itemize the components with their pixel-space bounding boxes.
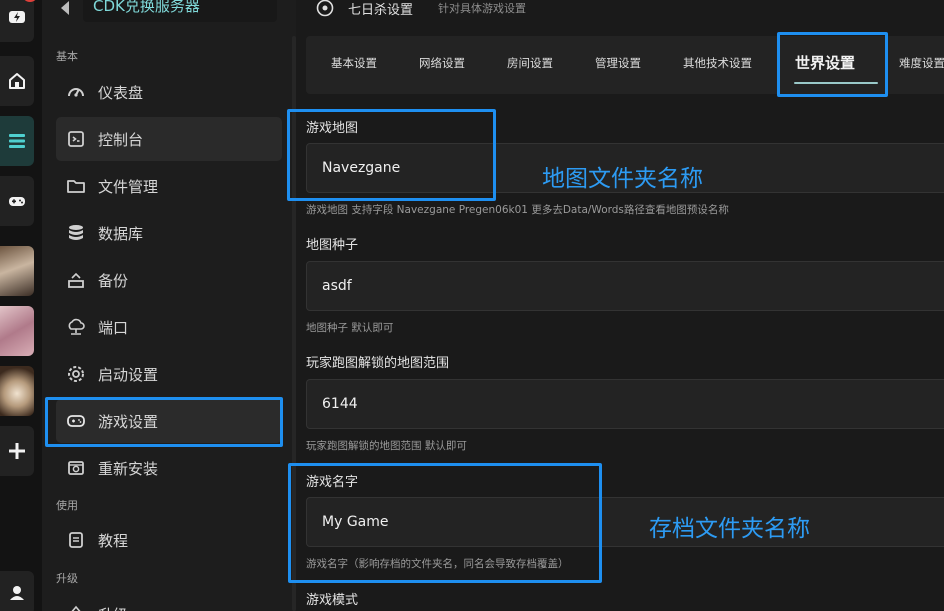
active-tab-indicator: [794, 82, 878, 84]
range-input[interactable]: [322, 380, 922, 428]
field-label-map: 游戏地图: [306, 121, 359, 136]
sidebar-item-label: 数据库: [98, 224, 144, 243]
sidebar-item-label: 控制台: [98, 130, 144, 149]
app-rail: !: [0, 0, 42, 611]
backup-icon: [66, 270, 86, 290]
lightning-icon: [9, 11, 25, 23]
field-label-seed: 地图种子: [306, 238, 359, 253]
field-hint-map: 游戏地图 支持字段 Navezgane Pregen06k01 更多去Data/…: [306, 204, 729, 216]
field-hint-range: 玩家跑图解锁的地图范围 默认即可: [306, 440, 467, 452]
sidebar-item-startup[interactable]: 启动设置: [56, 352, 282, 396]
group-label-use: 使用: [56, 499, 78, 512]
group-label-basic: 基本: [56, 50, 78, 63]
sidebar-item-label: 游戏设置: [98, 412, 159, 431]
notification-badge: !: [22, 0, 38, 2]
sidebar-item-dashboard[interactable]: 仪表盘: [56, 70, 282, 114]
page-title: 七日杀设置: [348, 3, 414, 18]
settings-tabs: 基本设置 网络设置 房间设置 管理设置 其他技术设置 世界设置 难度设置: [306, 36, 944, 94]
avatar-2[interactable]: [0, 306, 34, 356]
network-icon: [66, 317, 86, 337]
group-label-upgrade: 升级: [56, 572, 78, 585]
gear-icon: [66, 364, 86, 384]
sidebar-item-label: 仪表盘: [98, 83, 144, 102]
field-hint-seed: 地图种子 默认即可: [306, 322, 394, 334]
terminal-icon: [66, 129, 86, 149]
game-name-input[interactable]: [322, 498, 922, 546]
sidebar-item-console[interactable]: 控制台: [56, 117, 282, 161]
sidebar-item-label: 重新安装: [98, 459, 159, 478]
seed-input-box: [306, 261, 944, 311]
sidebar-item-label: 备份: [98, 271, 129, 290]
sidebar-item-files[interactable]: 文件管理: [56, 164, 282, 208]
sidebar-item-database[interactable]: 数据库: [56, 211, 282, 255]
avatar-1[interactable]: [0, 246, 34, 296]
server-icon: [9, 134, 25, 148]
rail-lightning-button[interactable]: !: [0, 0, 38, 42]
seed-input[interactable]: [322, 262, 922, 310]
range-input-box: [306, 379, 944, 429]
sidebar-item-label: 升级: [98, 604, 128, 611]
gamepad-icon: [66, 411, 86, 431]
tab-network[interactable]: 网络设置: [419, 55, 465, 71]
avatar-3[interactable]: [0, 366, 34, 416]
sidebar-item-label: 文件管理: [98, 177, 159, 196]
sidebar-item-backup[interactable]: 备份: [56, 258, 282, 302]
rail-gamepad-button[interactable]: [0, 176, 34, 226]
sidebar-item-game-settings[interactable]: 游戏设置: [56, 399, 282, 443]
tab-basic[interactable]: 基本设置: [331, 55, 377, 71]
upgrade-icon: [66, 604, 86, 611]
annotation-map-folder: 地图文件夹名称: [542, 166, 703, 192]
tab-difficulty[interactable]: 难度设置: [899, 55, 944, 71]
home-icon: [9, 73, 25, 89]
page-header: 七日杀设置 针对具体游戏设置: [296, 0, 944, 24]
tab-room[interactable]: 房间设置: [507, 55, 553, 71]
sidebar-item-ports[interactable]: 端口: [56, 305, 282, 349]
tab-admin[interactable]: 管理设置: [595, 55, 641, 71]
sidebar-item-label: 教程: [98, 531, 129, 550]
game-name-input-box: [306, 497, 944, 547]
server-title: CDK兑换服务器: [83, 0, 277, 22]
rail-server-button[interactable]: [0, 116, 34, 166]
sidebar-item-tutorial[interactable]: 教程: [56, 518, 282, 562]
tab-world[interactable]: 世界设置: [795, 52, 855, 73]
gamepad-icon: [9, 197, 25, 206]
rail-home-button[interactable]: [0, 56, 34, 106]
field-label-game-name: 游戏名字: [306, 475, 359, 490]
rail-user-button[interactable]: [0, 571, 34, 611]
sidebar: CDK兑换服务器 基本 仪表盘 控制台 文件管理 数据库 备份 端口 启动设置 …: [42, 0, 296, 611]
tab-other-tech[interactable]: 其他技术设置: [683, 55, 752, 71]
user-icon: [10, 586, 24, 600]
gauge-icon: [66, 82, 86, 102]
main-content: 七日杀设置 针对具体游戏设置 基本设置 网络设置 房间设置 管理设置 其他技术设…: [287, 0, 944, 611]
disc-icon: [316, 0, 334, 17]
rail-add-button[interactable]: [0, 426, 34, 476]
plus-icon: [9, 443, 25, 459]
sidebar-item-label: 启动设置: [98, 365, 159, 384]
sidebar-item-label: 端口: [98, 318, 129, 337]
sidebar-item-upgrade[interactable]: 升级: [56, 592, 282, 611]
annotation-save-folder: 存档文件夹名称: [649, 516, 810, 542]
field-label-game-mode: 游戏模式: [306, 593, 359, 608]
field-label-range: 玩家跑图解锁的地图范围: [306, 356, 450, 371]
folder-icon: [66, 176, 86, 196]
page-subtitle: 针对具体游戏设置: [438, 2, 526, 15]
document-icon: [66, 530, 86, 550]
reinstall-icon: [66, 458, 86, 478]
sidebar-item-reinstall[interactable]: 重新安装: [56, 446, 282, 490]
field-hint-game-name: 游戏名字（影响存档的文件夹名，同名会导致存档覆盖）: [306, 558, 569, 570]
back-arrow-icon[interactable]: [56, 0, 74, 17]
database-icon: [66, 223, 86, 243]
